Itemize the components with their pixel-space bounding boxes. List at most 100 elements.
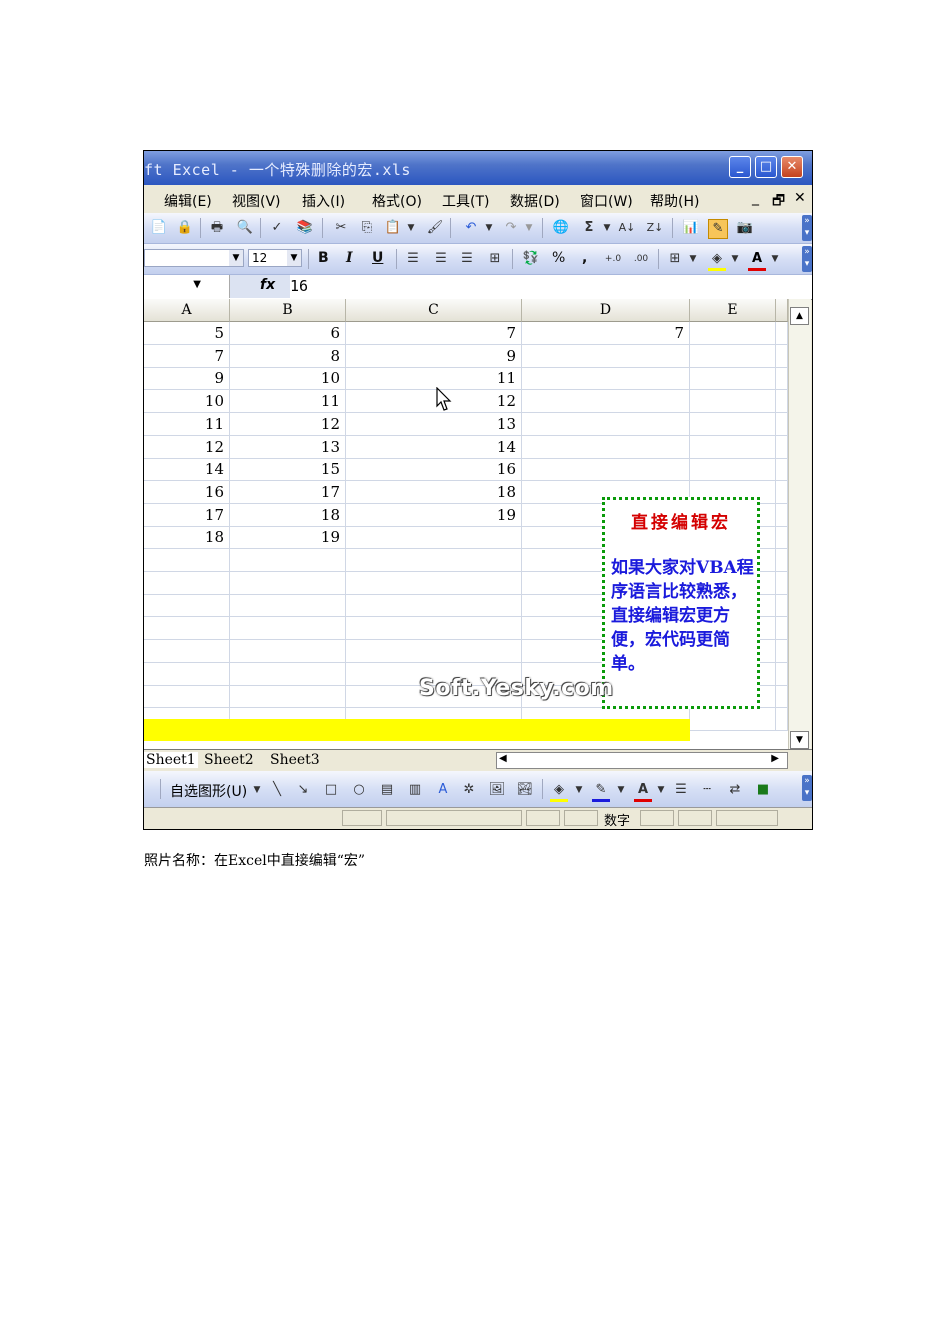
redo-dropdown-icon[interactable]: ▼ [520, 219, 538, 237]
autoshapes-dropdown-icon[interactable]: ▼ [248, 781, 266, 799]
increase-decimal-icon[interactable]: +.0 [604, 250, 622, 268]
merge-center-icon[interactable]: ⊞ [486, 250, 504, 268]
currency-icon[interactable]: 💱 [522, 250, 540, 268]
table-cell[interactable] [522, 412, 690, 436]
menu-edit[interactable]: 编辑(E) [164, 191, 212, 211]
wordart-icon[interactable]: A [434, 781, 452, 799]
dash-style-icon[interactable]: ┄ [698, 781, 716, 799]
line-tool-icon[interactable]: ╲ [268, 781, 286, 799]
borders-icon[interactable]: ⊞ [666, 250, 684, 268]
scroll-right-icon[interactable]: ▶ [771, 753, 779, 764]
chevron-down-icon[interactable]: ▼ [193, 279, 201, 290]
column-header-b[interactable]: B [230, 299, 346, 322]
table-cell[interactable]: 15 [230, 458, 346, 482]
table-cell[interactable] [346, 571, 522, 595]
table-cell[interactable]: 7 [346, 322, 522, 345]
table-cell[interactable] [144, 549, 230, 572]
insert-function-icon[interactable]: fx [260, 277, 275, 293]
toolbar-overflow-icon[interactable]: » ▾ [802, 246, 812, 272]
highlighted-row[interactable] [144, 719, 690, 741]
table-cell[interactable]: 12 [230, 412, 346, 436]
align-center-icon[interactable]: ☰ [432, 250, 450, 268]
font-color-icon[interactable]: A [634, 781, 652, 802]
fill-color-dropdown-icon[interactable]: ▼ [726, 250, 744, 268]
table-cell[interactable] [346, 594, 522, 618]
menu-format[interactable]: 格式(O) [372, 191, 422, 211]
table-cell[interactable] [346, 526, 522, 550]
table-cell[interactable]: 18 [144, 526, 230, 550]
table-cell[interactable] [690, 412, 776, 436]
line-style-icon[interactable]: ☰ [672, 781, 690, 799]
shadow-style-icon[interactable]: ■ [754, 781, 772, 799]
chevron-down-icon[interactable]: ▼ [229, 250, 243, 266]
formula-input[interactable]: 16 [290, 277, 308, 295]
name-box[interactable]: ▼ [144, 275, 230, 298]
table-cell[interactable]: 11 [230, 390, 346, 414]
table-cell[interactable] [230, 662, 346, 686]
menu-tools[interactable]: 工具(T) [442, 191, 489, 211]
clipart-icon[interactable]: 🖼 [488, 781, 506, 799]
line-color-icon[interactable]: ✎ [592, 781, 610, 802]
undo-dropdown-icon[interactable]: ▼ [480, 219, 498, 237]
table-cell[interactable] [346, 639, 522, 663]
font-size-combo[interactable]: 12 ▼ [248, 249, 302, 267]
table-cell[interactable] [776, 503, 788, 527]
doc-restore-button[interactable]: 🗗 [772, 190, 785, 214]
table-cell[interactable] [776, 412, 788, 436]
table-cell[interactable] [230, 685, 346, 709]
format-painter-icon[interactable]: 🖌 [426, 219, 444, 237]
table-cell[interactable] [144, 662, 230, 686]
print-preview-icon[interactable]: 🔍 [236, 219, 254, 237]
doc-close-button[interactable]: ✕ [794, 190, 806, 206]
table-cell[interactable] [776, 344, 788, 368]
font-color-dropdown-icon[interactable]: ▼ [766, 250, 784, 268]
table-cell[interactable] [776, 367, 788, 391]
font-name-combo[interactable]: ▼ [144, 249, 244, 267]
font-color-icon[interactable]: A [748, 250, 766, 271]
table-cell[interactable] [690, 390, 776, 414]
table-cell[interactable] [776, 480, 788, 504]
table-cell[interactable] [522, 435, 690, 459]
table-cell[interactable] [776, 322, 788, 345]
vertical-scrollbar[interactable]: ▲ ▼ [788, 299, 811, 749]
toolbar-overflow-icon[interactable]: » ▾ [802, 775, 812, 801]
line-color-dropdown-icon[interactable]: ▼ [612, 781, 630, 799]
table-cell[interactable]: 18 [346, 480, 522, 504]
table-cell[interactable] [776, 617, 788, 641]
oval-tool-icon[interactable]: ○ [350, 781, 368, 799]
table-cell[interactable] [776, 571, 788, 595]
table-cell[interactable] [776, 594, 788, 618]
copy-icon[interactable]: ⎘ [358, 219, 376, 237]
rectangle-tool-icon[interactable]: □ [322, 781, 340, 799]
table-cell[interactable]: 7 [522, 322, 690, 345]
column-header-c[interactable]: C [346, 299, 522, 322]
table-cell[interactable]: 10 [230, 367, 346, 391]
underline-button[interactable]: U [372, 250, 383, 266]
align-left-icon[interactable]: ☰ [404, 250, 422, 268]
arrow-tool-icon[interactable]: ↘ [294, 781, 312, 799]
table-cell[interactable]: 11 [346, 367, 522, 391]
borders-dropdown-icon[interactable]: ▼ [684, 250, 702, 268]
table-cell[interactable] [346, 617, 522, 641]
fill-color-icon[interactable]: ◈ [708, 250, 726, 271]
table-cell[interactable] [522, 458, 690, 482]
table-cell[interactable] [690, 435, 776, 459]
font-color-dropdown-icon[interactable]: ▼ [652, 781, 670, 799]
menu-data[interactable]: 数据(D) [510, 191, 560, 211]
fill-color-dropdown-icon[interactable]: ▼ [570, 781, 588, 799]
table-cell[interactable]: 8 [230, 344, 346, 368]
table-cell[interactable] [230, 639, 346, 663]
fill-color-icon[interactable]: ◈ [550, 781, 568, 802]
camera-icon[interactable]: 📷 [736, 219, 754, 237]
spelling-icon[interactable]: ✓ [268, 219, 286, 237]
sheet-tab-2[interactable]: Sheet2 [204, 752, 254, 768]
permission-icon[interactable]: 🔒 [176, 219, 194, 237]
table-cell[interactable] [346, 549, 522, 572]
table-cell[interactable]: 5 [144, 322, 230, 345]
cut-icon[interactable]: ✂ [332, 219, 350, 237]
table-cell[interactable] [776, 526, 788, 550]
table-cell[interactable]: 16 [144, 480, 230, 504]
table-cell[interactable] [690, 322, 776, 345]
table-cell[interactable]: 12 [144, 435, 230, 459]
table-cell[interactable]: 12 [346, 390, 522, 414]
